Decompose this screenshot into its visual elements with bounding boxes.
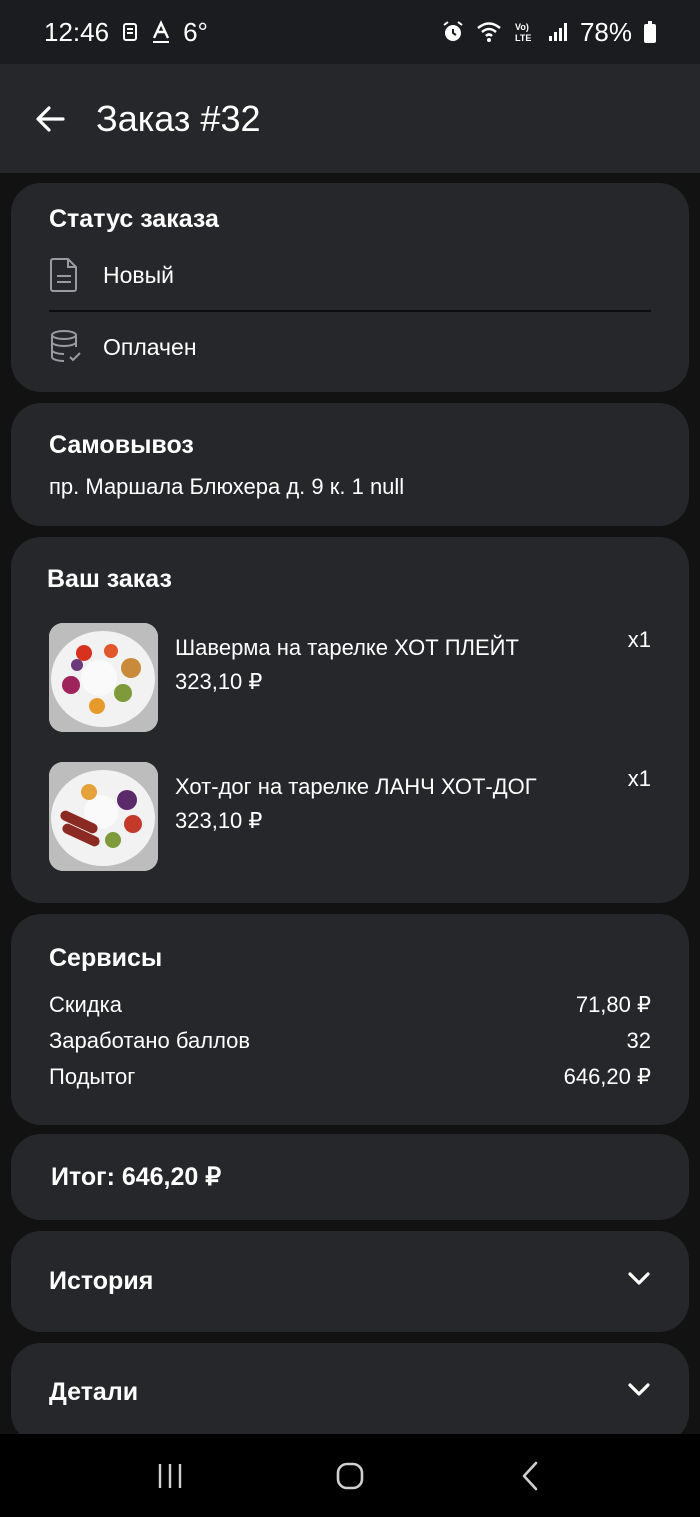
status-bar-left: 12:46 6° (44, 17, 208, 48)
status-row-new: Новый (49, 240, 651, 310)
item-info: Шаверма на тарелке ХОТ ПЛЕЙТ 323,10 ₽ (175, 631, 519, 732)
order-total: Итог: 646,20 ₽ (51, 1163, 222, 1191)
chevron-left-icon (522, 1461, 538, 1490)
notification-icon (121, 20, 139, 44)
item-quantity: x1 (627, 766, 651, 791)
item-price: 323,10 ₽ (175, 669, 263, 694)
volte-icon: Vo) LTE (514, 20, 536, 44)
order-items-title: Ваш заказ (47, 565, 172, 593)
wifi-icon (476, 21, 502, 43)
history-section[interactable]: История (11, 1231, 689, 1332)
item-name: Шаверма на тарелке ХОТ ПЛЕЙТ (175, 635, 519, 660)
item-quantity: x1 (627, 627, 651, 652)
order-items-card: Ваш заказ Шаверма на тарелке ХОТ ПЛЕЙТ 3… (11, 537, 689, 903)
item-info: Хот-дог на тарелке ЛАНЧ ХОТ-ДОГ 323,10 ₽ (175, 770, 537, 871)
status-bar: 12:46 6° Vo) LTE 78% (0, 0, 700, 64)
services-card: Сервисы Скидка 71,80 ₽ Заработано баллов… (11, 914, 689, 1125)
status-bar-right: Vo) LTE 78% (442, 17, 656, 48)
font-a-icon (151, 20, 171, 44)
item-price: 323,10 ₽ (175, 808, 263, 833)
item-image (49, 623, 158, 732)
arrow-left-icon (36, 105, 65, 132)
item-image (49, 762, 158, 871)
item-name: Хот-дог на тарелке ЛАНЧ ХОТ-ДОГ (175, 774, 537, 799)
status-label: Новый (103, 261, 174, 288)
service-row-subtotal: Подытог 646,20 ₽ (49, 1059, 651, 1095)
battery-percent: 78% (579, 16, 632, 47)
details-header[interactable]: Детали (49, 1343, 651, 1441)
order-status-title: Статус заказа (49, 205, 219, 233)
home-button[interactable] (320, 1446, 380, 1506)
history-title: История (49, 1267, 154, 1295)
home-icon (336, 1462, 364, 1489)
app-bar: Заказ #32 (0, 64, 700, 173)
status-row-paid: Оплачен (49, 312, 651, 382)
list-item[interactable]: Шаверма на тарелке ХОТ ПЛЕЙТ 323,10 ₽ x1 (49, 623, 651, 732)
service-label: Заработано баллов (49, 1028, 251, 1053)
details-title: Детали (49, 1377, 139, 1406)
svg-text:LTE: LTE (515, 33, 531, 43)
recent-apps-button[interactable] (140, 1446, 200, 1506)
status-label: Оплачен (103, 333, 197, 360)
clock: 12:46 (44, 16, 110, 47)
chevron-down-icon (627, 1382, 651, 1403)
details-section[interactable]: Детали (11, 1343, 689, 1443)
alarm-icon (442, 21, 464, 43)
service-row-points: Заработано баллов 32 (49, 1023, 651, 1059)
page-title: Заказ #32 (96, 97, 261, 139)
system-back-button[interactable] (500, 1446, 560, 1506)
temperature: 6° (183, 16, 208, 47)
total-card: Итог: 646,20 ₽ (11, 1134, 689, 1220)
chevron-down-icon (627, 1271, 651, 1292)
list-item[interactable]: Хот-дог на тарелке ЛАНЧ ХОТ-ДОГ 323,10 ₽… (49, 762, 651, 871)
system-nav-bar (0, 1434, 700, 1517)
battery-icon (644, 21, 656, 43)
services-title: Сервисы (49, 944, 163, 972)
service-value: 71,80 ₽ (575, 992, 651, 1017)
pickup-address: пр. Маршала Блюхера д. 9 к. 1 null (49, 474, 405, 499)
back-button[interactable] (26, 95, 74, 143)
service-label: Скидка (49, 992, 122, 1017)
service-label: Подытог (49, 1064, 136, 1089)
document-icon (49, 257, 89, 293)
svg-text:Vo): Vo) (515, 22, 529, 32)
recent-apps-icon (158, 1463, 182, 1488)
service-row-discount: Скидка 71,80 ₽ (49, 987, 651, 1023)
service-value: 646,20 ₽ (563, 1064, 651, 1089)
service-value: 32 (626, 1028, 651, 1053)
order-status-card: Статус заказа Новый Оплачен (11, 183, 689, 392)
pickup-card: Самовывоз пр. Маршала Блюхера д. 9 к. 1 … (11, 403, 689, 526)
database-check-icon (49, 329, 89, 365)
history-header[interactable]: История (49, 1231, 651, 1332)
signal-icon (548, 22, 568, 42)
pickup-title: Самовывоз (49, 431, 194, 459)
